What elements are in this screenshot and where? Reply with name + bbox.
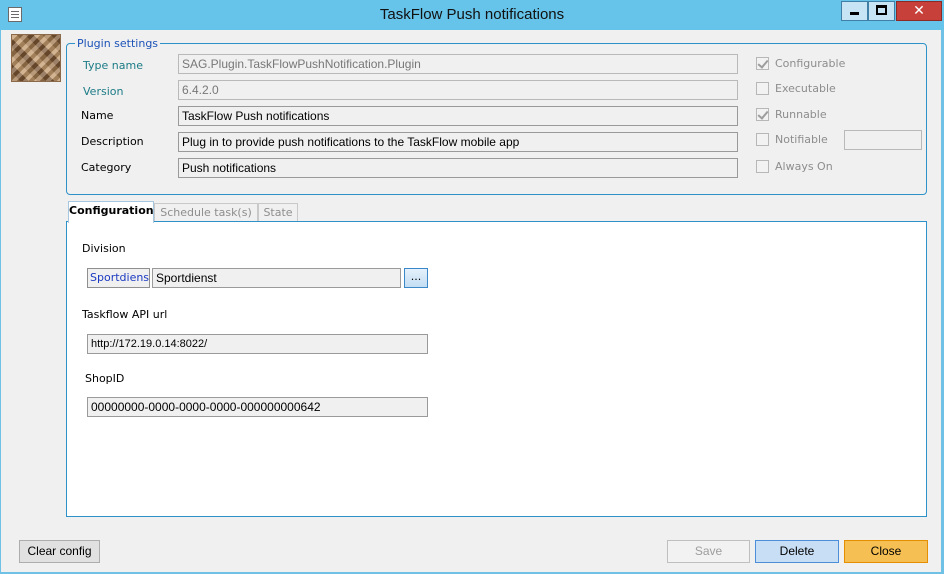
- division-code-field[interactable]: Sportdiens: [87, 268, 150, 288]
- window-close-button[interactable]: ✕: [896, 1, 942, 21]
- description-label: Description: [81, 135, 144, 148]
- runnable-label: Runnable: [775, 108, 827, 121]
- division-label: Division: [82, 242, 126, 255]
- always-on-label: Always On: [775, 160, 833, 173]
- maximize-icon: [876, 5, 887, 15]
- plugin-settings-group: Plugin settings Type name SAG.Plugin.Tas…: [66, 37, 927, 195]
- version-label: Version: [83, 85, 124, 98]
- title-bar: TaskFlow Push notifications ✕: [0, 0, 944, 30]
- plugin-image-icon: [11, 34, 61, 82]
- configurable-label: Configurable: [775, 57, 846, 70]
- dialog-body: Plugin settings Type name SAG.Plugin.Tas…: [1, 30, 941, 572]
- window-title: TaskFlow Push notifications: [379, 6, 565, 23]
- notifiable-label: Notifiable: [775, 133, 828, 146]
- notifiable-checkbox[interactable]: [756, 133, 769, 146]
- configurable-checkbox[interactable]: [756, 57, 769, 70]
- category-field[interactable]: Push notifications: [178, 158, 738, 178]
- executable-label: Executable: [775, 82, 836, 95]
- division-name-field: Sportdienst: [152, 268, 401, 288]
- clear-config-button[interactable]: Clear config: [19, 540, 100, 563]
- dialog-footer: Clear config Save Delete Close: [1, 532, 941, 572]
- delete-button[interactable]: Delete: [755, 540, 839, 563]
- name-field[interactable]: TaskFlow Push notifications: [178, 106, 738, 126]
- version-field: 6.4.2.0: [178, 80, 738, 100]
- minimize-icon: [850, 12, 859, 15]
- division-browse-button[interactable]: ...: [404, 268, 428, 288]
- close-icon: ✕: [913, 3, 925, 19]
- close-button[interactable]: Close: [844, 540, 928, 563]
- tab-configuration[interactable]: Configuration: [68, 201, 154, 223]
- runnable-checkbox[interactable]: [756, 108, 769, 121]
- api-url-field[interactable]: http://172.19.0.14:8022/: [87, 334, 428, 354]
- configuration-panel: Division Sportdiens Sportdienst ... Task…: [66, 221, 927, 517]
- plugin-settings-legend: Plugin settings: [75, 37, 161, 50]
- description-field[interactable]: Plug in to provide push notifications to…: [178, 132, 738, 152]
- tab-schedule-tasks[interactable]: Schedule task(s): [154, 203, 258, 222]
- executable-checkbox[interactable]: [756, 82, 769, 95]
- tab-state[interactable]: State: [258, 203, 298, 222]
- type-name-field: SAG.Plugin.TaskFlowPushNotification.Plug…: [178, 54, 738, 74]
- category-label: Category: [81, 161, 132, 174]
- shop-id-field[interactable]: 00000000-0000-0000-0000-000000000642: [87, 397, 428, 417]
- save-button[interactable]: Save: [667, 540, 750, 563]
- minimize-button[interactable]: [841, 1, 868, 21]
- shop-id-label: ShopID: [85, 372, 125, 385]
- type-name-label: Type name: [83, 59, 143, 72]
- api-url-label: Taskflow API url: [82, 308, 168, 321]
- maximize-button[interactable]: [868, 1, 895, 21]
- name-label: Name: [81, 109, 114, 122]
- always-on-checkbox[interactable]: [756, 160, 769, 173]
- notifiable-input[interactable]: [844, 130, 922, 150]
